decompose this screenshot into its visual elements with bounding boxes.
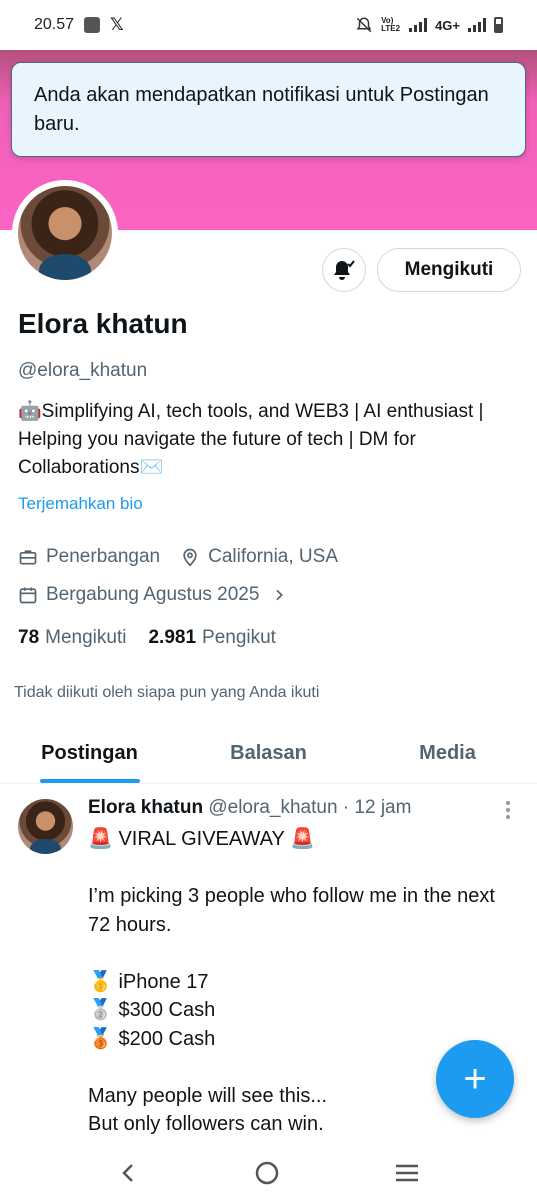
profile-category: Penerbangan xyxy=(46,546,161,567)
following-button[interactable]: Mengikuti xyxy=(377,248,521,292)
avatar-image xyxy=(18,186,112,280)
plus-icon: + xyxy=(463,1056,487,1101)
status-time: 20.57 xyxy=(34,16,75,33)
briefcase-icon xyxy=(19,550,37,565)
post-avatar[interactable] xyxy=(18,799,73,854)
location-pin-icon xyxy=(183,548,197,567)
join-date-row[interactable]: Bergabung Agustus 2025 xyxy=(18,584,287,606)
status-right: Vo) LTE2 4G+ xyxy=(355,16,503,34)
menu-icon[interactable] xyxy=(394,1161,420,1185)
notification-toast: Anda akan mendapatkan notifikasi untuk P… xyxy=(11,62,526,157)
not-followed-by-text: Tidak diikuti oleh siapa pun yang Anda i… xyxy=(14,684,320,701)
back-icon[interactable] xyxy=(117,1161,141,1185)
status-left: 20.57 𝕏 xyxy=(34,15,124,35)
tab-posts[interactable]: Postingan xyxy=(0,728,179,783)
post-time: · 12 jam xyxy=(342,797,412,818)
system-nav-bar xyxy=(0,1145,537,1200)
profile-bio: 🤖Simplifying AI, tech tools, and WEB3 | … xyxy=(18,401,484,478)
calendar-icon xyxy=(19,587,37,604)
following-count: 78 xyxy=(18,627,40,648)
notification-bell-button[interactable] xyxy=(322,248,366,292)
translate-bio-link[interactable]: Terjemahkan bio xyxy=(18,494,143,514)
profile-handle: @elora_khatun xyxy=(18,360,148,381)
tab-media[interactable]: Media xyxy=(358,728,537,783)
home-circle-icon[interactable] xyxy=(254,1160,280,1186)
post-author-handle: @elora_khatun xyxy=(208,797,338,818)
more-dots-icon[interactable] xyxy=(506,801,512,819)
bell-check-icon xyxy=(334,260,355,280)
tab-replies[interactable]: Balasan xyxy=(179,728,358,783)
follow-stats: 78 Mengikuti 2.981 Pengikut xyxy=(18,627,276,649)
app-notification-icon xyxy=(84,17,101,33)
volte-indicator: Vo) LTE2 xyxy=(381,16,401,33)
signal-icon xyxy=(409,18,428,32)
post-header: Elora khatun @elora_khatun · 12 jam xyxy=(88,797,411,819)
followers-count: 2.981 xyxy=(148,627,197,648)
profile-name: Elora khatun xyxy=(18,308,188,339)
compose-button[interactable]: + xyxy=(436,1040,514,1118)
signal-icon-2 xyxy=(468,18,486,32)
status-bar: 20.57 𝕏 Vo) LTE2 4G+ xyxy=(0,0,537,50)
followers-label: Pengikut xyxy=(202,627,276,648)
followers-stat[interactable]: 2.981 Pengikut xyxy=(148,627,276,649)
following-label: Mengikuti xyxy=(45,627,127,648)
profile-meta-row: Penerbangan California, USA xyxy=(18,546,338,568)
profile-location: California, USA xyxy=(208,546,338,567)
mute-bell-icon xyxy=(356,17,372,33)
post-author-name[interactable]: Elora khatun xyxy=(88,797,203,818)
profile-joined: Bergabung Agustus 2025 xyxy=(46,584,260,605)
profile-tabs: Postingan Balasan Media xyxy=(0,728,537,784)
chevron-right-icon xyxy=(276,589,284,601)
battery-icon xyxy=(494,17,503,33)
profile-avatar[interactable] xyxy=(12,180,118,286)
network-type: 4G+ xyxy=(435,17,460,33)
x-logo-icon: 𝕏 xyxy=(110,15,124,34)
following-stat[interactable]: 78 Mengikuti xyxy=(18,627,126,649)
